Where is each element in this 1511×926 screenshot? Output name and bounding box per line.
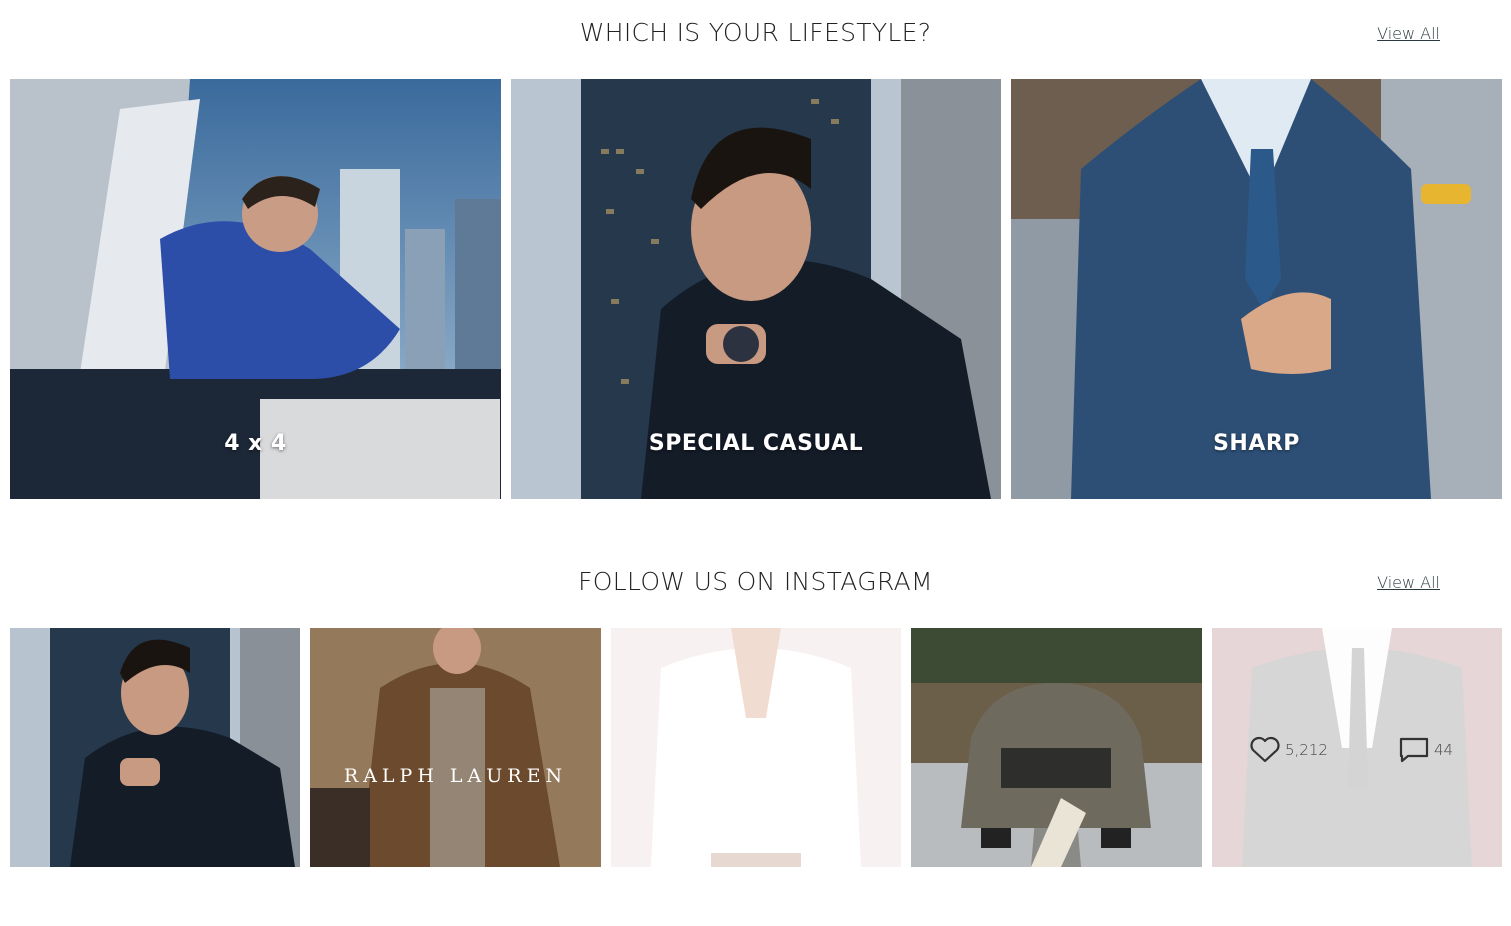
heart-icon	[1250, 736, 1280, 763]
instagram-post-2-brand: RALPH LAUREN	[343, 765, 568, 787]
instagram-post-5-likes: 5,212	[1249, 736, 1328, 764]
lifestyle-header: WHICH IS YOUR LIFESTYLE? View All	[0, 10, 1511, 50]
instagram-post-5-likes-count: 5,212	[1285, 741, 1328, 759]
lifestyle-view-all-link[interactable]: View All	[1377, 24, 1440, 43]
instagram-post-3[interactable]	[611, 628, 901, 867]
lifestyle-tile-4x4-label: 4 x 4	[224, 431, 287, 456]
lifestyle-tile-special-casual-label: SPECIAL CASUAL	[648, 431, 864, 456]
instagram-post-1-image	[10, 628, 300, 867]
instagram-post-1[interactable]	[10, 628, 300, 867]
lifestyle-tile-sharp[interactable]: SHARP	[1011, 79, 1502, 499]
instagram-header: FOLLOW US ON INSTAGRAM View All	[0, 559, 1511, 599]
instagram-post-5-comments-count: 44	[1434, 741, 1454, 759]
lifestyle-tile-4x4[interactable]: 4 x 4	[10, 79, 501, 499]
instagram-post-4[interactable]	[911, 628, 1202, 867]
instagram-title: FOLLOW US ON INSTAGRAM	[578, 567, 933, 596]
instagram-post-2[interactable]: RALPH LAUREN	[310, 628, 601, 867]
lifestyle-tile-sharp-label: SHARP	[1213, 431, 1300, 456]
instagram-post-5[interactable]: 5,212 44	[1212, 628, 1502, 867]
lifestyle-tile-special-casual[interactable]: SPECIAL CASUAL	[511, 79, 1001, 499]
instagram-post-4-image	[911, 628, 1202, 867]
instagram-post-3-image	[611, 628, 901, 867]
lifestyle-title: WHICH IS YOUR LIFESTYLE?	[579, 18, 932, 47]
comment-icon	[1399, 737, 1429, 763]
instagram-post-2-image	[310, 628, 601, 867]
instagram-view-all-link[interactable]: View All	[1377, 573, 1440, 592]
instagram-post-5-comments: 44	[1398, 736, 1453, 764]
